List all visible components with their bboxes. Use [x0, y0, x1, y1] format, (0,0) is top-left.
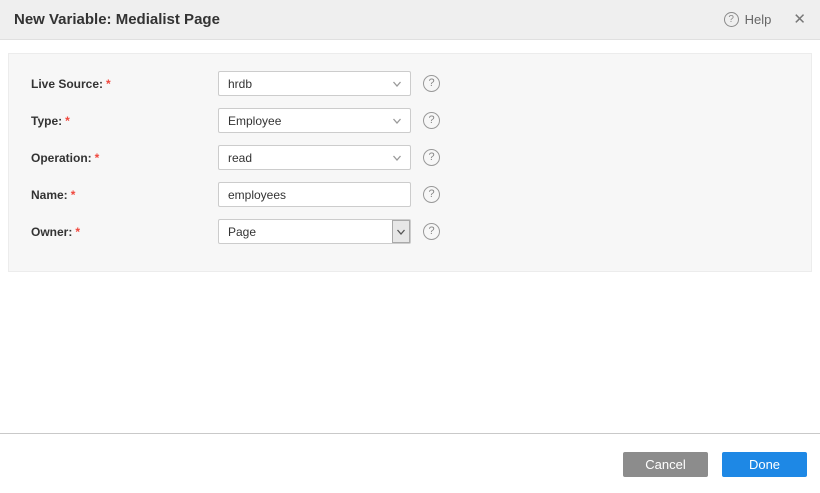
- label-text: Operation:: [31, 151, 92, 165]
- required-asterisk: *: [71, 188, 76, 202]
- chevron-down-icon: [392, 116, 402, 126]
- page-title: New Variable: Medialist Page: [14, 11, 220, 28]
- help-circle-icon: ?: [724, 12, 739, 27]
- close-icon[interactable]: ✕: [793, 12, 806, 27]
- operation-dropdown[interactable]: read: [218, 145, 411, 170]
- help-button[interactable]: ? Help: [724, 12, 772, 27]
- operation-value: read: [219, 151, 392, 165]
- done-button[interactable]: Done: [722, 452, 807, 477]
- cancel-button[interactable]: Cancel: [623, 452, 708, 477]
- type-label: Type:*: [23, 114, 218, 128]
- required-asterisk: *: [106, 77, 111, 91]
- required-asterisk: *: [95, 151, 100, 165]
- live-source-help-icon[interactable]: ?: [423, 75, 440, 92]
- name-help-icon[interactable]: ?: [423, 186, 440, 203]
- owner-label: Owner:*: [23, 225, 218, 239]
- chevron-down-icon: [392, 79, 402, 89]
- type-value: Employee: [219, 114, 392, 128]
- label-text: Live Source:: [31, 77, 103, 91]
- required-asterisk: *: [65, 114, 70, 128]
- form-row-live-source: Live Source:* hrdb ?: [23, 71, 811, 96]
- form-row-operation: Operation:* read ?: [23, 145, 811, 170]
- label-text: Name:: [31, 188, 68, 202]
- form-row-name: Name:* ?: [23, 182, 811, 207]
- type-dropdown[interactable]: Employee: [218, 108, 411, 133]
- chevron-down-icon: [392, 153, 402, 163]
- chevron-down-icon: [396, 227, 406, 237]
- name-label: Name:*: [23, 188, 218, 202]
- footer-separator: [0, 433, 820, 434]
- new-variable-form: Live Source:* hrdb ? Type:* Employee ? O…: [8, 53, 812, 272]
- required-asterisk: *: [75, 225, 80, 239]
- operation-help-icon[interactable]: ?: [423, 149, 440, 166]
- owner-help-icon[interactable]: ?: [423, 223, 440, 240]
- live-source-label: Live Source:*: [23, 77, 218, 91]
- form-row-owner: Owner:* Page ?: [23, 219, 811, 244]
- header-actions: ? Help ✕: [724, 12, 806, 27]
- name-input[interactable]: [218, 182, 411, 207]
- footer-actions: Cancel Done: [623, 452, 807, 477]
- label-text: Owner:: [31, 225, 72, 239]
- form-row-type: Type:* Employee ?: [23, 108, 811, 133]
- help-label: Help: [745, 12, 772, 27]
- type-help-icon[interactable]: ?: [423, 112, 440, 129]
- label-text: Type:: [31, 114, 62, 128]
- operation-label: Operation:*: [23, 151, 218, 165]
- owner-value: Page: [219, 225, 392, 239]
- dialog-header: New Variable: Medialist Page ? Help ✕: [0, 0, 820, 40]
- select-arrow-button[interactable]: [392, 220, 410, 243]
- live-source-dropdown[interactable]: hrdb: [218, 71, 411, 96]
- live-source-value: hrdb: [219, 77, 392, 91]
- owner-select[interactable]: Page: [218, 219, 411, 244]
